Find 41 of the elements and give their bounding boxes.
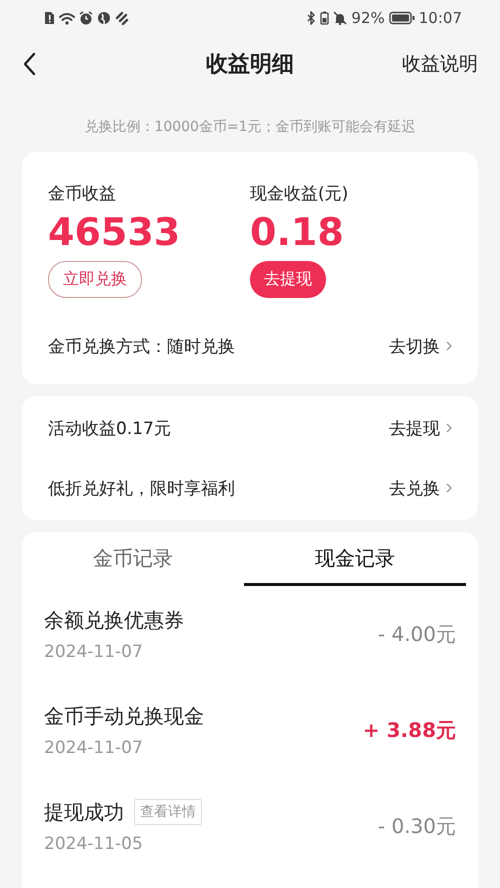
exchange-mode-text: 金币兑换方式：随时兑换 [48,336,235,358]
back-button[interactable] [22,52,36,76]
earnings-label: 金币收益 [48,183,116,205]
earnings-amount: 46533 [48,209,180,255]
record-amount: - 4.00元 [378,620,456,648]
bluetooth-icon [306,11,316,25]
chevron-icon [446,423,452,433]
record-title: 提现成功 [44,798,124,826]
muted-bell-icon [333,11,348,25]
battery-icon [388,11,415,25]
battery-saver-icon [320,11,330,25]
page-title: 收益明细 [205,51,295,79]
record-title: 金币手动兑换现金 [44,702,204,730]
promotion-link[interactable]: 去兑换 [389,476,452,500]
promotion-link[interactable]: 去提现 [389,416,452,440]
chevron-icon [446,483,452,493]
back-icon [22,52,36,76]
earnings-amount: 0.18 [250,209,344,255]
promotion-text: 低折兑好礼，限时享福利 [48,478,235,500]
record-tab[interactable]: 现金记录 [244,534,466,586]
record-amount: + 3.88元 [362,716,456,744]
explanation-link[interactable]: 收益说明 [402,51,478,77]
battery-percent: 92% [351,9,385,27]
record-tab[interactable]: 金币记录 [22,534,244,586]
action-button[interactable]: 立即兑换 [48,261,142,298]
globe-icon [97,11,111,25]
record-amount: - 0.30元 [378,812,456,840]
record-title: 余额兑换优惠券 [44,606,184,634]
switch-link[interactable]: 去切换 [389,334,452,358]
clock-time: 10:07 [418,9,462,27]
promotion-text: 活动收益0.17元 [48,418,171,440]
sim-alert-icon [44,11,55,25]
exchange-rate-notice: 兑换比例：10000金币=1元；金币到账可能会有延迟 [83,118,417,137]
wifi-icon [59,12,75,24]
record-date: 2024-11-07 [44,642,144,662]
record-date: 2024-11-07 [44,738,144,758]
record-date: 2024-11-05 [44,834,144,854]
earnings-label: 现金收益(元) [250,183,348,205]
alarm-icon [79,11,93,25]
action-button[interactable]: 去提现 [250,261,326,298]
chevron-icon [446,341,452,351]
